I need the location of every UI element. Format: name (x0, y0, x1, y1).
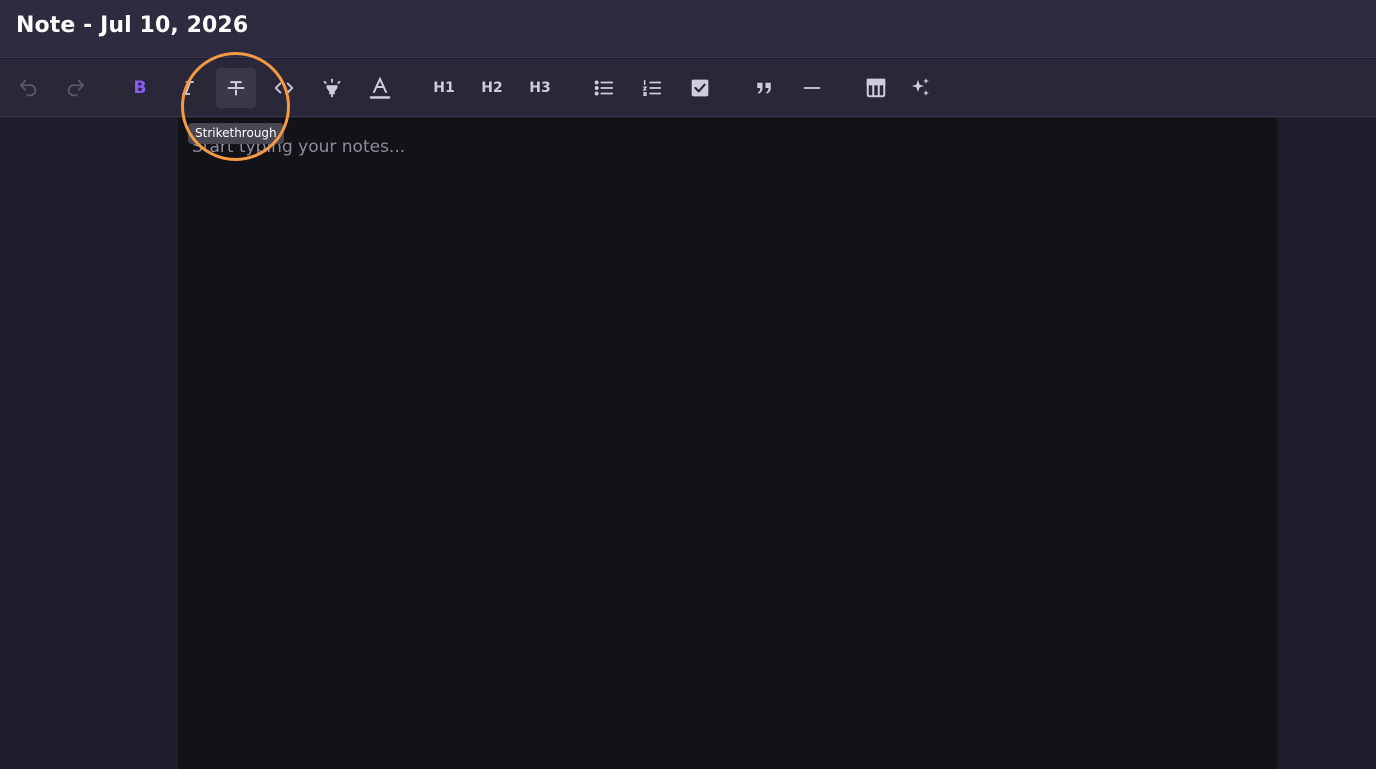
bullet-list-button[interactable] (584, 68, 624, 108)
italic-icon (181, 81, 195, 95)
table-icon (866, 78, 886, 98)
ai-sparkle-icon (912, 78, 929, 96)
ordered-list-button[interactable] (632, 68, 672, 108)
undo-button[interactable] (8, 68, 48, 108)
italic-button[interactable] (168, 68, 208, 108)
quote-button[interactable] (744, 68, 784, 108)
ordered-list-icon (642, 79, 662, 96)
redo-icon (67, 79, 85, 97)
highlight-button[interactable] (312, 68, 352, 108)
text-color-button[interactable] (360, 68, 400, 108)
quote-icon (757, 82, 771, 94)
code-button[interactable] (264, 68, 304, 108)
strikethrough-tooltip: Strikethrough (188, 123, 284, 144)
strikethrough-icon (227, 81, 245, 96)
text-color-icon (369, 76, 391, 99)
heading-2-label: H2 (481, 80, 503, 96)
heading-1-label: H1 (433, 80, 455, 96)
heading-1-button[interactable]: H1 (424, 68, 464, 108)
checklist-button[interactable] (680, 68, 720, 108)
horizontal-rule-button[interactable] (792, 68, 832, 108)
note-title[interactable]: Note - Jul 10, 2026 (16, 13, 248, 38)
bold-icon: B (133, 78, 147, 98)
heading-3-button[interactable]: H3 (520, 68, 560, 108)
bullet-list-icon (594, 80, 614, 96)
title-bar: Note - Jul 10, 2026 (0, 0, 1376, 58)
checklist-icon (691, 79, 709, 97)
table-button[interactable] (856, 68, 896, 108)
heading-3-label: H3 (529, 80, 551, 96)
undo-icon (19, 79, 37, 97)
horizontal-rule-icon (803, 87, 821, 89)
strikethrough-button[interactable] (216, 68, 256, 108)
note-editor[interactable]: Start typing your notes... (178, 118, 1277, 769)
bold-button[interactable]: B (120, 68, 160, 108)
formatting-toolbar: B H1 H2 H3 (0, 59, 1376, 117)
redo-button[interactable] (56, 68, 96, 108)
code-icon (274, 82, 294, 94)
heading-2-button[interactable]: H2 (472, 68, 512, 108)
ai-assist-button[interactable] (900, 68, 940, 108)
highlight-icon (323, 78, 341, 98)
